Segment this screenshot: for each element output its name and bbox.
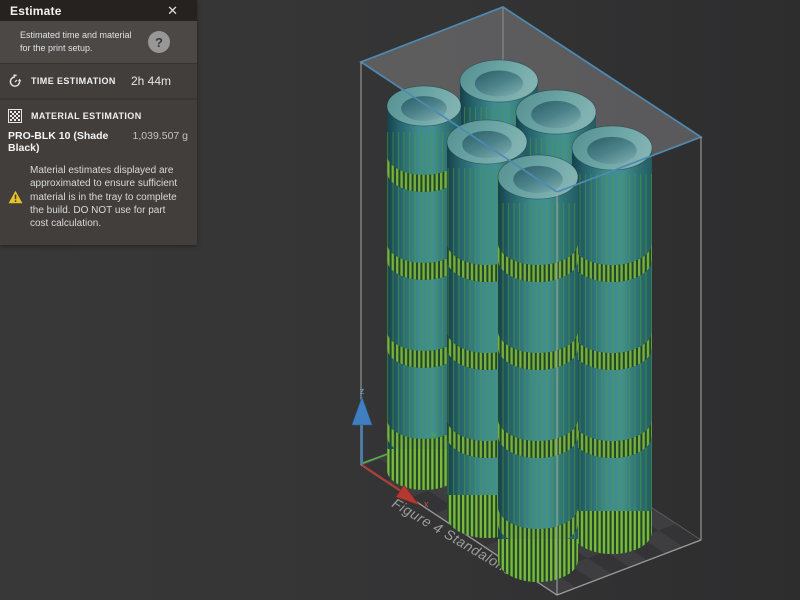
material-name: PRO-BLK 10 (Shade Black) [8, 130, 133, 154]
estimate-description: Estimated time and material for the prin… [20, 29, 138, 55]
estimate-description-section: Estimated time and material for the prin… [0, 21, 197, 64]
material-warning: Material estimates displayed are approxi… [0, 160, 197, 244]
warning-text: Material estimates displayed are approxi… [30, 164, 184, 230]
z-axis-label: z [360, 386, 365, 396]
stopwatch-icon [8, 74, 22, 88]
material-estimation-header: MATERIAL ESTIMATION [0, 99, 197, 127]
z-axis-arrow [352, 397, 372, 425]
estimate-panel-header: Estimate ✕ [0, 0, 197, 21]
time-estimation-row: TIME ESTIMATION 2h 44m [0, 64, 197, 99]
model-cylinder[interactable] [498, 155, 578, 600]
material-estimation-label: MATERIAL ESTIMATION [31, 111, 189, 121]
help-icon[interactable]: ? [148, 31, 170, 53]
time-estimation-value: 2h 44m [131, 74, 171, 88]
model-cylinder[interactable] [572, 126, 652, 580]
panel-title: Estimate [10, 4, 62, 18]
material-icon [8, 109, 22, 123]
time-estimation-label: TIME ESTIMATION [31, 76, 131, 86]
material-row: PRO-BLK 10 (Shade Black) 1,039.507 g [0, 127, 197, 160]
close-icon[interactable]: ✕ [164, 2, 181, 19]
warning-icon [8, 190, 23, 204]
y-axis-label: Y [431, 431, 437, 441]
estimate-panel: Estimate ✕ Estimated time and material f… [0, 0, 197, 245]
x-axis-label: x [424, 499, 429, 509]
material-value: 1,039.507 g [133, 130, 188, 142]
